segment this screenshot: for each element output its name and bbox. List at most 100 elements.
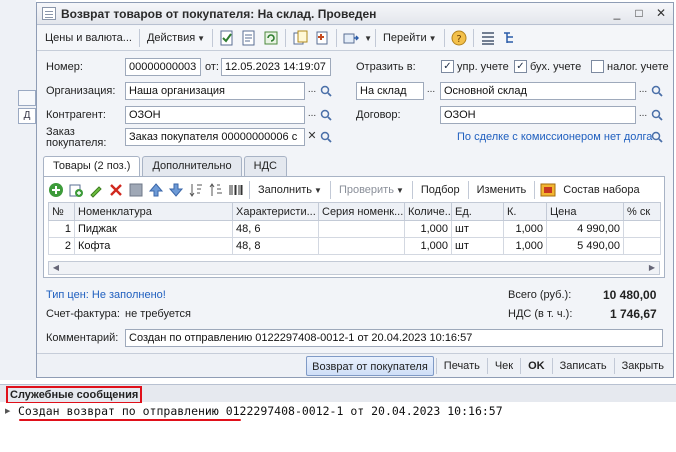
print-button[interactable]: Печать (439, 356, 485, 376)
background-side-tab[interactable]: Д (18, 108, 36, 124)
search-icon[interactable] (650, 106, 664, 124)
col-unit[interactable]: Ед. (451, 202, 504, 221)
scroll-left-icon[interactable]: ◀ (49, 262, 63, 274)
row-unit[interactable]: шт (451, 237, 504, 255)
unpost-document-icon[interactable] (240, 29, 258, 47)
comment-field[interactable]: Создан по отправлению 0122297408-0012-1 … (125, 329, 663, 347)
table-row[interactable]: 1 Пиджак 48, 6 1,000 шт 1,000 4 990,00 (48, 220, 661, 238)
selection-button[interactable]: Подбор (416, 184, 465, 196)
commission-debt-link[interactable]: По сделке с комиссионером нет долга (457, 131, 652, 143)
structure-icon[interactable] (342, 29, 360, 47)
row-item[interactable]: Кофта (74, 237, 233, 255)
move-up-icon[interactable] (148, 182, 164, 198)
tab-additional[interactable]: Дополнительно (142, 156, 242, 176)
warehouse-field[interactable]: Основной склад (440, 82, 636, 100)
save-button[interactable]: Записать (555, 356, 612, 376)
help-icon[interactable]: ? (450, 29, 468, 47)
row-characteristic[interactable]: 48, 8 (232, 237, 319, 255)
fill-menu-button[interactable]: Заполнить ▼ (253, 184, 327, 196)
row-quantity[interactable]: 1,000 (404, 237, 452, 255)
copy-document-icon[interactable] (291, 29, 309, 47)
row-discount[interactable] (623, 237, 661, 255)
sort-asc-icon[interactable] (188, 182, 204, 198)
set-composition-button[interactable]: Состав набора (558, 184, 644, 196)
warehouse-select-button[interactable]: ... (636, 82, 650, 100)
add-row-icon[interactable] (48, 182, 64, 198)
sort-desc-icon[interactable] (208, 182, 224, 198)
copy-row-icon[interactable] (68, 182, 84, 198)
chevron-down-icon[interactable]: ▼ (364, 34, 372, 43)
prices-currency-button[interactable]: Цены и валюта... (41, 28, 136, 48)
search-icon[interactable] (650, 82, 664, 100)
col-series[interactable]: Серия номенк... (318, 202, 405, 221)
search-icon[interactable] (319, 128, 333, 146)
check-menu-button[interactable]: Проверить ▼ (334, 184, 409, 196)
scroll-right-icon[interactable]: ▶ (645, 262, 659, 274)
contract-field[interactable]: ОЗОН (440, 106, 636, 124)
row-discount[interactable] (623, 220, 661, 238)
organization-select-button[interactable]: ... (305, 82, 319, 100)
counterparty-select-button[interactable]: ... (305, 106, 319, 124)
message-line[interactable]: Создан возврат по отправлению 0122297408… (18, 404, 503, 418)
tab-goods[interactable]: Товары (2 поз.) (43, 156, 141, 177)
organization-field[interactable]: Наша организация (125, 82, 305, 100)
barcode-icon[interactable] (228, 182, 244, 198)
receipt-button[interactable]: Чек (490, 356, 518, 376)
clear-icon[interactable]: ✕ (305, 128, 319, 146)
col-coefficient[interactable]: К. (503, 202, 547, 221)
tab-vat[interactable]: НДС (243, 156, 287, 176)
post-document-icon[interactable] (218, 29, 236, 47)
row-coefficient[interactable]: 1,000 (503, 237, 547, 255)
minimize-button[interactable]: _ (609, 6, 625, 21)
col-quantity[interactable]: Количе... (404, 202, 452, 221)
customer-order-field[interactable]: Заказ покупателя 00000000006 с (125, 128, 305, 146)
delete-row-icon[interactable] (108, 182, 124, 198)
go-menu-button[interactable]: Перейти ▼ (379, 28, 441, 48)
return-from-customer-button[interactable]: Возврат от покупателя (306, 355, 434, 376)
operation-field[interactable]: На склад (356, 82, 424, 100)
close-window-button[interactable]: ✕ (653, 6, 669, 21)
move-down-icon[interactable] (168, 182, 184, 198)
change-button[interactable]: Изменить (472, 184, 532, 196)
end-edit-icon[interactable] (128, 182, 144, 198)
search-icon[interactable] (319, 82, 333, 100)
paste-document-icon[interactable] (313, 29, 331, 47)
table-row[interactable]: 2 Кофта 48, 8 1,000 шт 1,000 5 490,00 (48, 237, 661, 255)
date-field[interactable]: 12.05.2023 14:19:07 (221, 58, 331, 76)
row-series[interactable] (318, 220, 405, 238)
invoice-value[interactable]: не требуется (125, 308, 191, 320)
row-price[interactable]: 5 490,00 (546, 237, 624, 255)
row-series[interactable] (318, 237, 405, 255)
search-icon[interactable] (319, 106, 333, 124)
row-characteristic[interactable]: 48, 6 (232, 220, 319, 238)
search-icon[interactable] (650, 128, 664, 146)
list-view-icon[interactable] (479, 29, 497, 47)
close-button[interactable]: Закрыть (617, 356, 669, 376)
operation-select-button[interactable]: ... (424, 82, 438, 100)
col-number[interactable]: № (48, 202, 75, 221)
edit-row-icon[interactable] (88, 182, 104, 198)
refresh-icon[interactable] (262, 29, 280, 47)
col-nomenclature[interactable]: Номенклатура (74, 202, 233, 221)
row-coefficient[interactable]: 1,000 (503, 220, 547, 238)
contract-select-button[interactable]: ... (636, 106, 650, 124)
row-item[interactable]: Пиджак (74, 220, 233, 238)
maximize-button[interactable]: □ (631, 6, 647, 21)
horizontal-scrollbar[interactable]: ◀ ▶ (48, 261, 660, 275)
counterparty-field[interactable]: ОЗОН (125, 106, 305, 124)
row-price[interactable]: 4 990,00 (546, 220, 624, 238)
col-characteristic[interactable]: Характеристи... (232, 202, 319, 221)
nalog-checkbox[interactable] (591, 60, 604, 73)
window-titlebar[interactable]: Возврат товаров от покупателя: На склад.… (37, 3, 673, 25)
col-price[interactable]: Цена (546, 202, 624, 221)
price-type-link[interactable]: Тип цен: Не заполнено! (46, 289, 166, 301)
buh-checkbox[interactable]: ✓ (514, 60, 527, 73)
ok-button[interactable]: OK (523, 356, 550, 376)
tree-view-icon[interactable] (501, 29, 519, 47)
number-field[interactable]: 00000000003 (125, 58, 201, 76)
upr-checkbox[interactable]: ✓ (441, 60, 454, 73)
actions-menu-button[interactable]: Действия ▼ (143, 28, 209, 48)
col-discount[interactable]: % ск (623, 202, 661, 221)
row-quantity[interactable]: 1,000 (404, 220, 452, 238)
row-unit[interactable]: шт (451, 220, 504, 238)
